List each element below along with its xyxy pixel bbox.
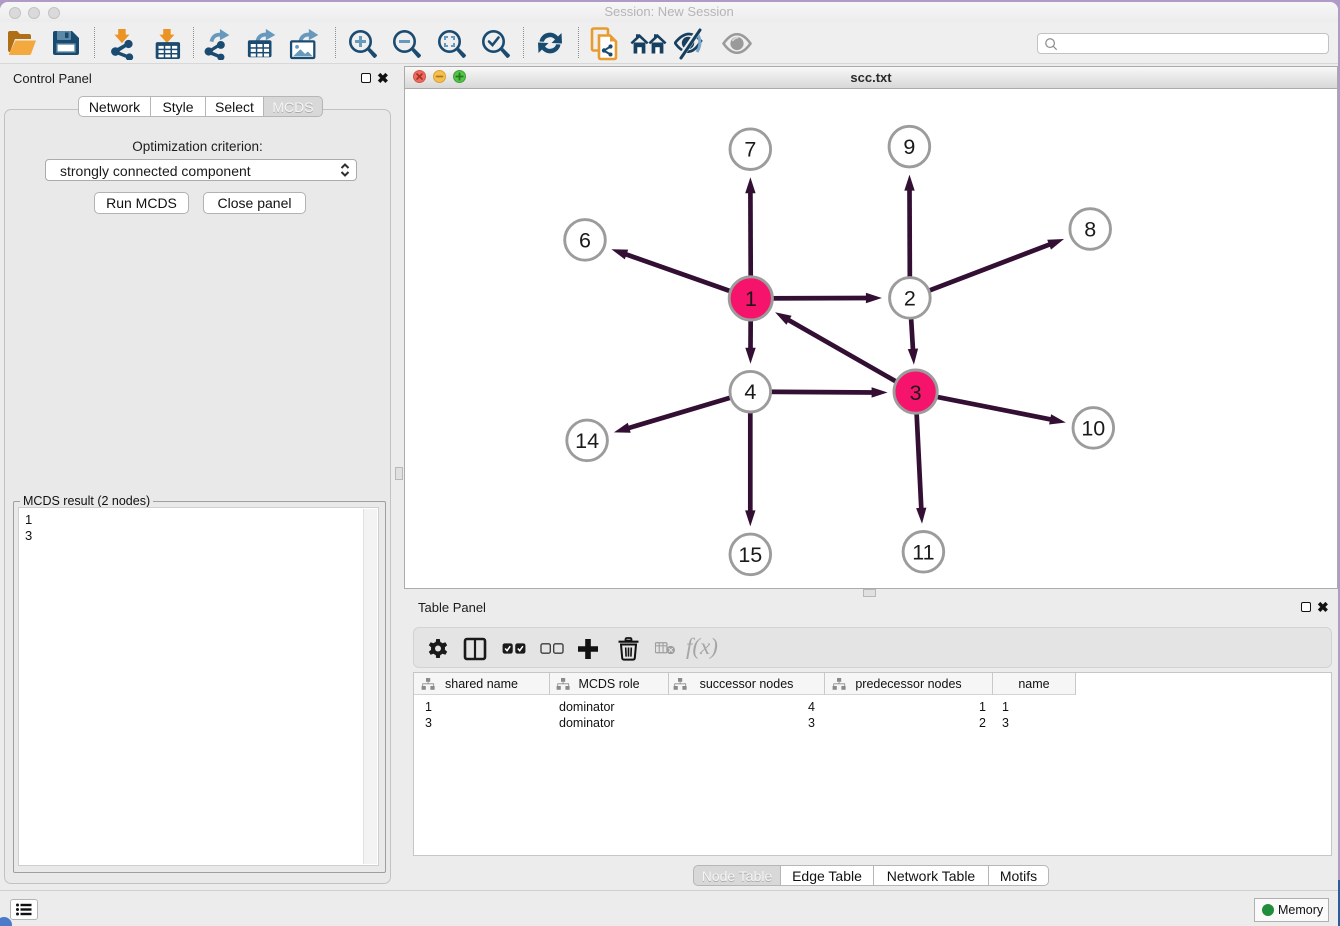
svg-text:3: 3 bbox=[910, 381, 922, 405]
svg-text:2: 2 bbox=[904, 286, 916, 310]
svg-text:7: 7 bbox=[744, 138, 756, 162]
svg-text:1: 1 bbox=[745, 287, 757, 311]
svg-text:14: 14 bbox=[575, 429, 599, 453]
svg-text:11: 11 bbox=[912, 540, 934, 564]
svg-text:10: 10 bbox=[1081, 416, 1105, 440]
svg-text:4: 4 bbox=[744, 380, 756, 404]
svg-text:15: 15 bbox=[738, 543, 762, 567]
svg-text:6: 6 bbox=[579, 228, 591, 252]
svg-text:8: 8 bbox=[1084, 218, 1096, 242]
svg-text:9: 9 bbox=[903, 135, 915, 159]
